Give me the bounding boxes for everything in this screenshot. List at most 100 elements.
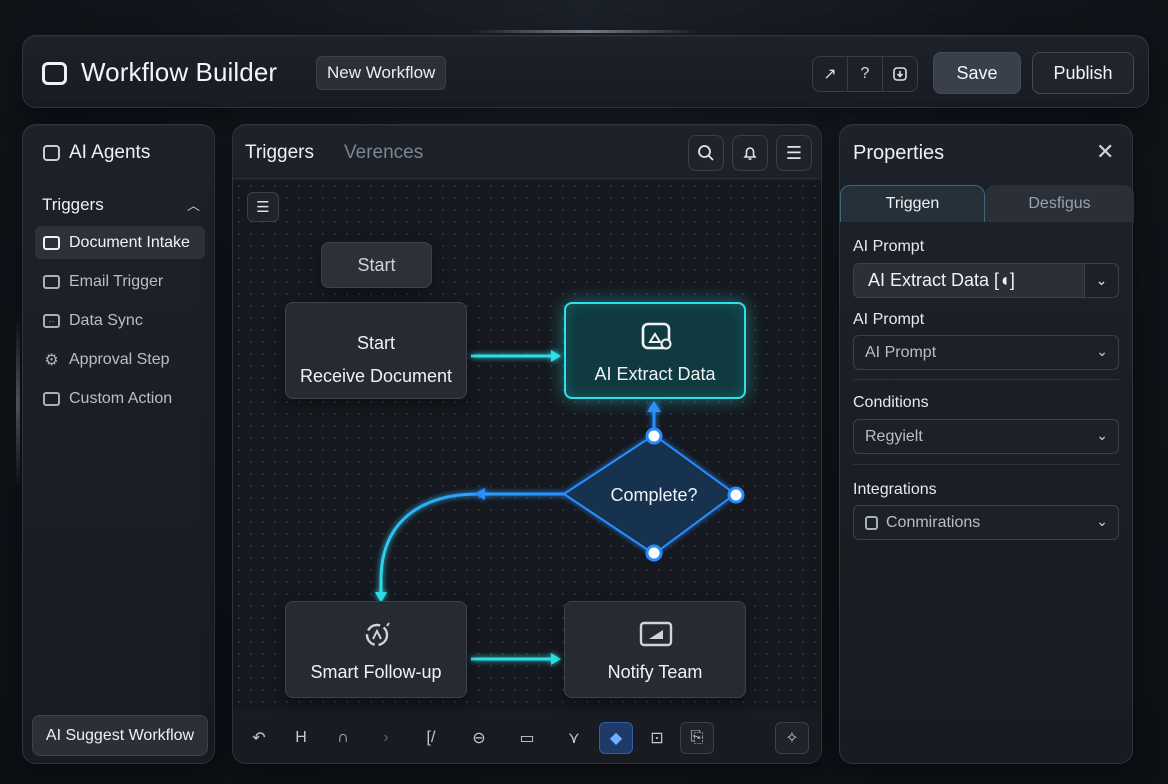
node-label-line2: Receive Document xyxy=(299,366,453,386)
sidebar-item-custom-action[interactable]: Custom Action xyxy=(35,382,205,415)
connector-receive-to-ai xyxy=(471,350,561,362)
select-value: Conmirations xyxy=(886,513,981,531)
help-icon[interactable]: ? xyxy=(848,57,883,91)
divider xyxy=(853,379,1119,380)
sidebar-item-label: Approval Step xyxy=(69,350,170,368)
app-title: Workflow Builder xyxy=(81,57,278,87)
trigger-list: Document Intake Email Trigger ·· Data Sy… xyxy=(35,226,205,421)
properties-title: Properties xyxy=(853,142,945,164)
minus-circle-icon[interactable]: ⊖ xyxy=(462,722,496,754)
chat-icon[interactable]: ▭ xyxy=(510,722,544,754)
start-node[interactable]: Start xyxy=(321,242,432,288)
download-icon[interactable] xyxy=(883,57,917,91)
search-icon xyxy=(698,145,714,161)
ai-node-tool-icon[interactable]: ◆ xyxy=(599,722,633,754)
agents-sidebar: AI Agents Triggers ︿ Document Intake Ema… xyxy=(22,124,215,764)
top-glow xyxy=(470,30,700,33)
chevron-right-icon[interactable]: › xyxy=(369,722,403,754)
sidebar-title: AI Agents xyxy=(69,142,151,163)
node-label-line1: Start xyxy=(356,333,395,353)
sidebar-header: AI Agents xyxy=(43,142,150,164)
notifications-button[interactable] xyxy=(732,135,768,171)
conditions-label: Conditions xyxy=(853,394,929,411)
workflow-name-chip[interactable]: New Workflow xyxy=(316,56,447,90)
sidebar-item-document-intake[interactable]: Document Intake xyxy=(35,226,205,259)
node-label: Smart Follow-up xyxy=(310,662,442,682)
canvas-toolbar: ↶ H ∩ › [/ ⊖ ▭ ⋎ ◆ ⊡ ⎘ ✧ xyxy=(233,710,821,763)
sidebar-item-data-sync[interactable]: ·· Data Sync xyxy=(35,304,205,337)
port-top xyxy=(645,427,663,445)
properties-tabs: Triggen Desfigus xyxy=(840,185,1134,222)
sidebar-item-email-trigger[interactable]: Email Trigger xyxy=(35,265,205,298)
bracket-icon[interactable]: [/ xyxy=(414,722,448,754)
tab-desfigus[interactable]: Desfigus xyxy=(985,185,1134,222)
sync-icon: ·· xyxy=(43,313,60,328)
branch-icon[interactable]: ⋎ xyxy=(557,722,591,754)
connector-decision-to-followup xyxy=(375,488,564,603)
clipboard-icon[interactable]: ⎘ xyxy=(680,722,714,754)
close-icon[interactable]: ✕ xyxy=(1096,139,1114,165)
menu-button[interactable]: ☰ xyxy=(776,135,812,171)
tab-verences[interactable]: Verences xyxy=(344,142,423,164)
node-label: AI Extract Data xyxy=(594,364,716,384)
sidebar-item-approval-step[interactable]: ⚙ Approval Step xyxy=(35,343,205,376)
properties-panel: Properties ✕ Triggen Desfigus AI Prompt … xyxy=(839,124,1134,764)
port-bottom xyxy=(645,544,663,562)
email-icon xyxy=(43,274,60,289)
sidebar-item-label: Email Trigger xyxy=(69,272,164,290)
ai-suggest-workflow-button[interactable]: AI Suggest Workflow xyxy=(32,715,208,756)
select-value: AI Extract Data [◖] xyxy=(868,270,1015,290)
sidebar-item-label: Data Sync xyxy=(69,311,143,329)
tab-triggers[interactable]: Triggers xyxy=(245,142,314,164)
chevron-up-icon: ︿ xyxy=(186,198,200,213)
ai-prompt-label: AI Prompt xyxy=(853,238,925,255)
publish-button[interactable]: Publish xyxy=(1032,52,1134,94)
connector-followup-to-notify xyxy=(471,653,561,665)
select-value: AI Prompt xyxy=(865,343,937,361)
node-label: Notify Team xyxy=(607,662,703,682)
decision-label[interactable]: Complete? xyxy=(573,485,735,506)
document-icon xyxy=(43,235,60,250)
workflow-canvas-panel: Triggers Verences ☰ ☰ Start Start Receiv… xyxy=(232,124,822,764)
folder-icon xyxy=(43,391,60,406)
integrations-select[interactable]: Conmirations ⌄ xyxy=(853,505,1119,540)
ai-extract-icon xyxy=(641,322,672,350)
ai-prompt-select-2[interactable]: AI Prompt ⌄ xyxy=(853,335,1119,370)
agents-icon xyxy=(43,145,60,161)
heading-icon[interactable]: H xyxy=(284,722,318,754)
conditions-select[interactable]: Regyielt ⌄ xyxy=(853,419,1119,454)
flow-grid[interactable]: ☰ Start Start Receive Document AI Extrac… xyxy=(233,180,821,710)
search-button[interactable] xyxy=(688,135,724,171)
chevron-down-icon: ⌄ xyxy=(1096,513,1108,529)
square-dot-icon[interactable]: ⊡ xyxy=(640,722,674,754)
header-icon-group: ↗ ? xyxy=(812,56,918,92)
notify-team-node[interactable]: Notify Team xyxy=(564,601,746,698)
tab-triggen[interactable]: Triggen xyxy=(840,185,985,222)
app-logo-icon xyxy=(42,62,67,85)
save-button[interactable]: Save xyxy=(933,52,1021,94)
chevron-down-icon: ⌄ xyxy=(1096,427,1108,443)
bell-icon xyxy=(743,147,757,160)
side-glow xyxy=(16,318,20,488)
arch-icon[interactable]: ∩ xyxy=(326,722,360,754)
integrations-label: Integrations xyxy=(853,481,937,498)
chevron-down-icon: ⌄ xyxy=(1096,343,1108,359)
monitor-icon xyxy=(639,621,673,647)
sidebar-item-label: Document Intake xyxy=(69,233,190,251)
canvas-header: Triggers Verences ☰ xyxy=(233,125,821,179)
ai-prompt-select[interactable]: AI Extract Data [◖] ⌄ xyxy=(853,263,1119,298)
ai-extract-data-node[interactable]: AI Extract Data xyxy=(564,302,746,399)
triggers-section-header[interactable]: Triggers ︿ xyxy=(42,195,200,215)
divider xyxy=(853,464,1119,465)
smart-follow-up-node[interactable]: Smart Follow-up xyxy=(285,601,467,698)
receive-document-node[interactable]: Start Receive Document xyxy=(285,302,467,399)
sparkle-icon[interactable]: ✧ xyxy=(775,722,809,754)
app-header: Workflow Builder New Workflow ↗ ? Save P… xyxy=(22,35,1149,108)
integration-icon xyxy=(865,515,878,530)
ai-prompt-label-2: AI Prompt xyxy=(853,311,925,328)
redo-icon[interactable]: ↗ xyxy=(813,57,848,91)
undo-icon[interactable]: ↶ xyxy=(242,722,276,754)
sidebar-item-label: Custom Action xyxy=(69,389,173,407)
gear-icon: ⚙ xyxy=(44,351,59,369)
chevron-down-icon: ⌄ xyxy=(1084,264,1118,297)
